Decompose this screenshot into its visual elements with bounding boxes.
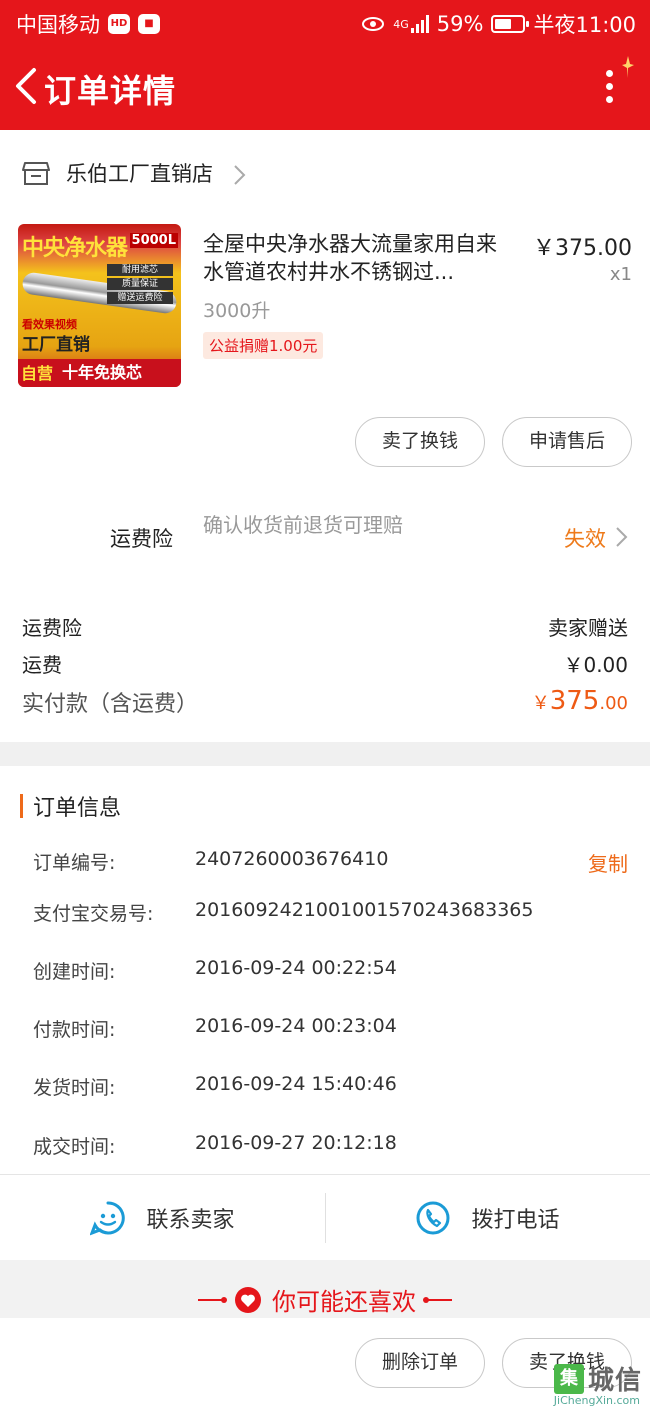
info-value: 2016-09-24 00:23:04 xyxy=(195,1015,397,1037)
store-icon xyxy=(22,162,50,185)
recommend-section: 你可能还喜欢 xyxy=(0,1260,650,1320)
summary-row: 运费险 卖家赠送 xyxy=(22,612,628,641)
product-image-factory-text: 工厂直销 xyxy=(22,335,90,355)
contact-seller-label: 联系卖家 xyxy=(146,1208,235,1233)
order-info-row: 支付宝交易号: 2016092421001001570243683365 xyxy=(33,899,628,929)
order-info-title: 订单信息 xyxy=(33,796,122,821)
shop-link[interactable]: 乐伯工厂直销店 xyxy=(22,158,213,188)
product-image[interactable]: 中央净水器 5000L 耐用滤芯 质量保证 赠送运费险 看效果视频 工厂直销 十… xyxy=(18,224,181,387)
phone-icon xyxy=(416,1201,450,1235)
product-title[interactable]: 全屋中央净水器大流量家用自来水管道农村井水不锈钢过... xyxy=(203,230,513,286)
product-image-stamp: 自营 xyxy=(21,364,54,383)
chat-face-icon xyxy=(90,1201,126,1236)
order-info-card: 订单信息 订单编号: 2407260003676410 复制 支付宝交易号: 2… xyxy=(0,766,650,1174)
summary-label: 运费 xyxy=(22,653,62,677)
summary-value: 卖家赠送 xyxy=(548,616,628,640)
product-price: ￥375.00 xyxy=(533,236,632,261)
contact-bar: 联系卖家 拨打电话 xyxy=(0,1174,650,1260)
order-info-row: 创建时间: 2016-09-24 00:22:54 xyxy=(33,957,628,987)
carrier-label: 中国移动 xyxy=(16,13,100,37)
nav-bar: 订单详情 xyxy=(0,44,650,130)
decor-line xyxy=(198,1296,227,1303)
total-label: 实付款（含运费） xyxy=(22,692,199,717)
clock: 半夜11:00 xyxy=(533,13,636,37)
delete-order-button[interactable]: 删除订单 xyxy=(355,1338,485,1388)
after-sale-button[interactable]: 申请售后 xyxy=(502,417,632,467)
info-label: 成交时间: xyxy=(33,1136,116,1158)
call-phone-button[interactable]: 拨打电话 xyxy=(325,1175,650,1261)
heart-icon xyxy=(235,1286,261,1313)
eye-icon xyxy=(362,17,385,31)
watermark-text: 城信 xyxy=(587,1366,642,1396)
recommend-title: 你可能还喜欢 xyxy=(0,1282,650,1317)
product-image-capacity: 5000L xyxy=(129,233,178,248)
product-image-headline: 中央净水器 xyxy=(22,236,128,261)
battery-icon xyxy=(491,15,530,33)
bottom-action-bar: 删除订单 卖了换钱 xyxy=(0,1318,650,1408)
total-value: ￥375.00 xyxy=(532,686,628,718)
chevron-right-icon[interactable] xyxy=(614,526,628,548)
summary-label: 运费险 xyxy=(22,616,82,640)
order-info-row: 发货时间: 2016-09-24 15:40:46 xyxy=(33,1073,628,1103)
info-label: 付款时间: xyxy=(33,1019,116,1041)
info-label: 创建时间: xyxy=(33,961,116,983)
info-value: 2016-09-24 00:22:54 xyxy=(195,957,397,979)
watermark-logo: 集 城信 xyxy=(553,1360,642,1397)
summary-row: 运费 ￥0.00 xyxy=(22,649,628,678)
order-info-row: 付款时间: 2016-09-24 00:23:04 xyxy=(33,1015,628,1045)
sell-item-button[interactable]: 卖了换钱 xyxy=(355,417,485,467)
network-type-label: 4G xyxy=(393,17,409,31)
product-quantity: x1 xyxy=(609,264,632,285)
watermark-box: 集 xyxy=(553,1363,584,1394)
battery-percent: 59% xyxy=(436,12,484,36)
signal-icon xyxy=(410,15,429,33)
page-title: 订单详情 xyxy=(44,72,177,110)
hd-badge-icon: HD xyxy=(108,14,130,34)
chevron-left-icon[interactable] xyxy=(12,64,42,108)
decor-line xyxy=(423,1296,452,1303)
info-label: 发货时间: xyxy=(33,1077,116,1099)
shop-name: 乐伯工厂直销店 xyxy=(66,162,213,186)
insurance-desc: 确认收货前退货可理赔 xyxy=(203,513,403,537)
watermark-url: JiChengXin.com xyxy=(553,1394,640,1407)
order-info-row: 订单编号: 2407260003676410 复制 xyxy=(33,848,628,878)
info-value: 2407260003676410 xyxy=(195,848,389,870)
chip-label: 耐用滤芯 xyxy=(107,264,173,276)
info-value: 2016-09-27 20:12:18 xyxy=(195,1132,397,1154)
order-item-card: 乐伯工厂直销店 中央净水器 5000L 耐用滤芯 质量保证 赠送运费险 看效果视… xyxy=(0,130,650,742)
recommend-title-text: 你可能还喜欢 xyxy=(272,1288,416,1316)
total-currency: ￥ xyxy=(531,693,550,714)
chevron-right-icon xyxy=(234,165,246,185)
info-value: 2016092421001001570243683365 xyxy=(195,899,534,921)
total-decimal: .00 xyxy=(599,693,628,714)
total-row: 实付款（含运费） ￥375.00 xyxy=(22,686,628,718)
order-info-row: 成交时间: 2016-09-27 20:12:18 xyxy=(33,1132,628,1162)
more-vertical-icon[interactable] xyxy=(604,70,614,106)
insurance-status[interactable]: 失效 xyxy=(564,523,606,553)
status-bar: 中国移动 HD ■ 4G 59% 半夜11:00 xyxy=(0,0,650,44)
info-value: 2016-09-24 15:40:46 xyxy=(195,1073,397,1095)
insurance-label: 运费险 xyxy=(110,527,173,551)
total-integer: 375 xyxy=(549,686,600,716)
product-spec: 3000升 xyxy=(203,300,271,322)
call-phone-label: 拨打电话 xyxy=(471,1208,560,1233)
chip-label: 质量保证 xyxy=(107,278,173,290)
notification-badge-icon: ■ xyxy=(138,14,160,34)
order-info-header: 订单信息 xyxy=(20,790,121,822)
info-label: 支付宝交易号: xyxy=(33,903,154,925)
copy-button[interactable]: 复制 xyxy=(588,848,628,877)
chip-label: 赠送运费险 xyxy=(107,292,173,304)
product-image-chips: 耐用滤芯 质量保证 赠送运费险 xyxy=(107,264,173,306)
pin-icon xyxy=(622,56,634,78)
charity-badge: 公益捐赠1.00元 xyxy=(203,332,324,359)
info-label: 订单编号: xyxy=(33,852,116,874)
summary-value: ￥0.00 xyxy=(563,653,628,677)
section-accent-bar xyxy=(20,794,23,818)
contact-seller-button[interactable]: 联系卖家 xyxy=(0,1175,325,1261)
